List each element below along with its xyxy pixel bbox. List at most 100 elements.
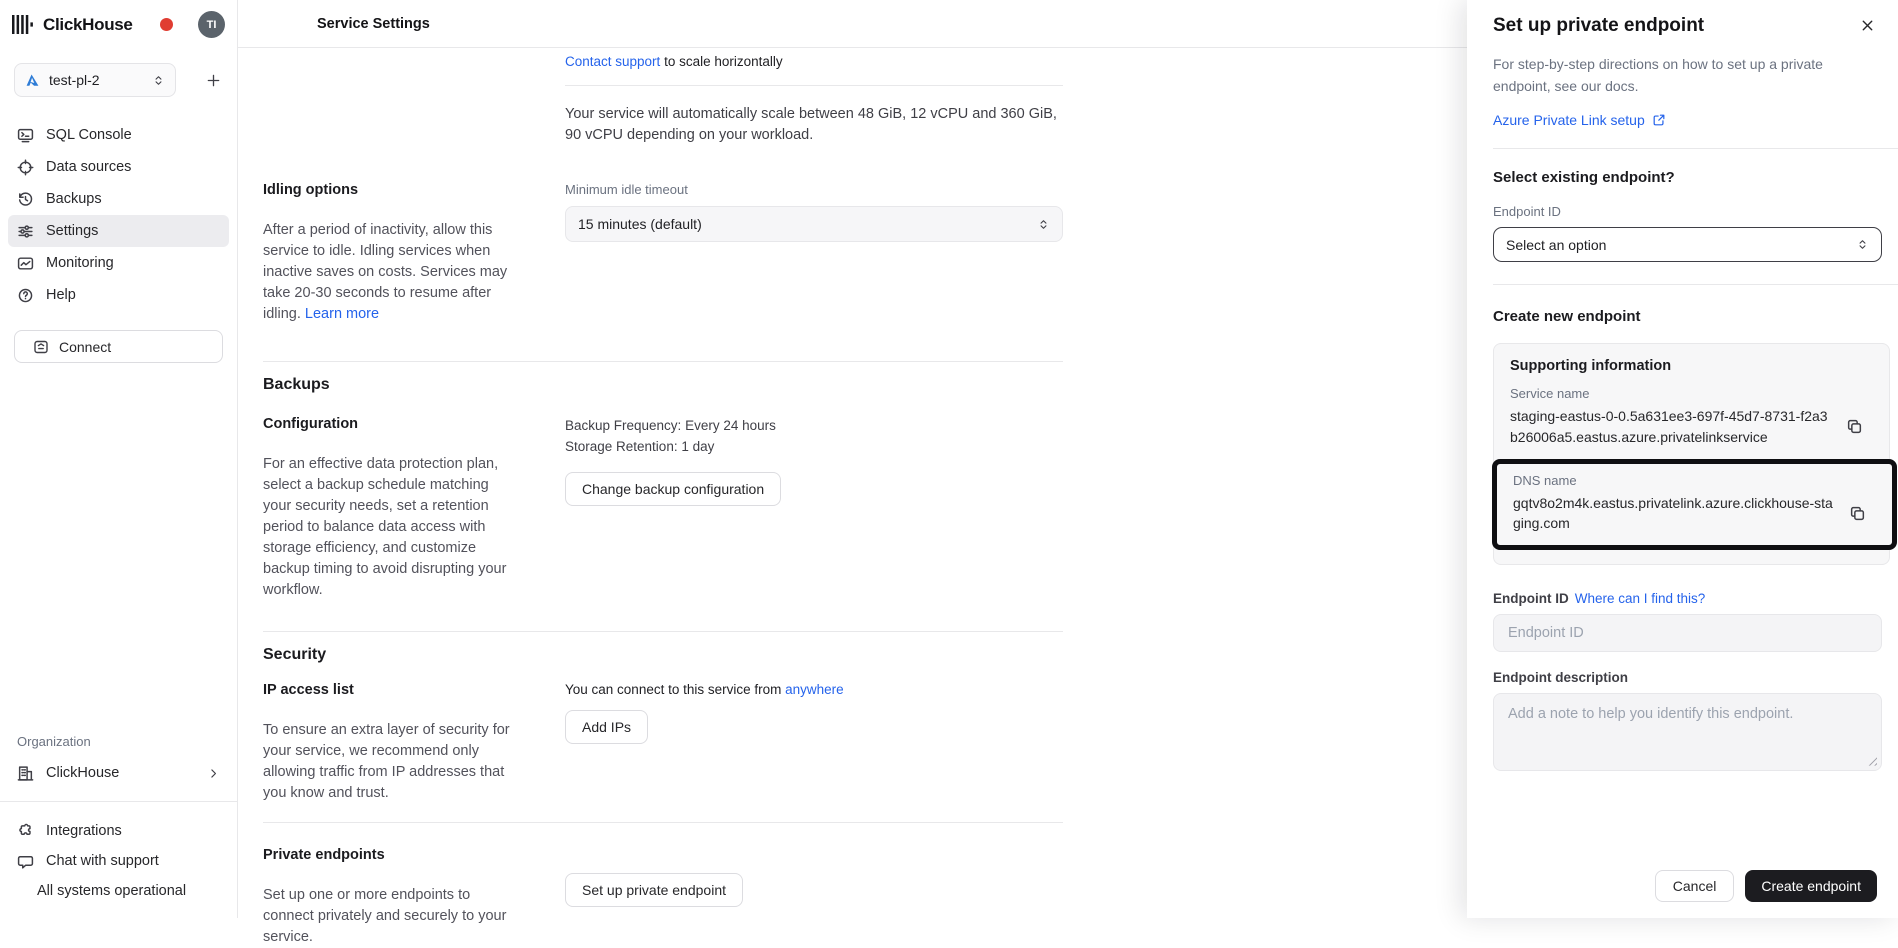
backups-description: For an effective data protection plan, s…: [263, 454, 513, 601]
sidebar-item-label: Backups: [46, 191, 102, 207]
organization-name: ClickHouse: [46, 765, 119, 781]
divider: [263, 631, 1063, 632]
endpoint-id-label: Endpoint ID: [1493, 204, 1882, 219]
terminal-icon: [17, 127, 34, 144]
copy-icon[interactable]: [1844, 416, 1865, 437]
where-find-link[interactable]: Where can I find this?: [1575, 591, 1706, 606]
brand-name: ClickHouse: [43, 15, 133, 35]
chevron-updown-icon: [152, 74, 165, 87]
connect-label: Connect: [59, 339, 111, 355]
azure-docs-link[interactable]: Azure Private Link setup: [1493, 112, 1666, 128]
auto-scale-text: Your service will automatically scale be…: [565, 104, 1063, 146]
service-name-label: Service name: [1510, 386, 1873, 401]
existing-endpoint-select[interactable]: Select an option: [1493, 227, 1882, 262]
panel-description: For step-by-step directions on how to se…: [1493, 54, 1833, 97]
panel-title: Set up private endpoint: [1493, 15, 1704, 37]
endpoint-description-label-row: Endpoint description: [1493, 670, 1882, 685]
help-icon: [17, 287, 34, 304]
sidebar-nav: SQL Console Data sources Backups Setting…: [8, 119, 229, 311]
backups-config-title: Configuration: [263, 416, 513, 432]
dns-name-label: DNS name: [1513, 473, 1878, 488]
copy-icon[interactable]: [1847, 503, 1868, 524]
sidebar-item-label: Help: [46, 287, 76, 303]
create-endpoint-button[interactable]: Create endpoint: [1745, 870, 1877, 902]
connect-button[interactable]: Connect: [14, 330, 223, 363]
dns-name-row: gqtv8o2m4k.eastus.privatelink.azure.clic…: [1513, 493, 1878, 534]
divider: [565, 85, 1063, 86]
organization-nav: ClickHouse: [8, 757, 229, 789]
contact-support-link[interactable]: Contact support: [565, 54, 660, 69]
idle-timeout-select[interactable]: 15 minutes (default): [565, 206, 1063, 242]
select-existing-title: Select existing endpoint?: [1493, 169, 1882, 186]
backup-frequency: Backup Frequency: Every 24 hours: [565, 416, 1063, 437]
connect-from-line: You can connect to this service from any…: [565, 682, 1063, 697]
chevron-updown-icon: [1856, 238, 1869, 251]
chat-bubble-icon: [17, 853, 34, 870]
change-backup-config-button[interactable]: Change backup configuration: [565, 472, 781, 506]
endpoint-description-wrap: [1493, 693, 1882, 774]
sidebar-item-settings[interactable]: Settings: [8, 215, 229, 247]
endpoint-id-field-label-row: Endpoint ID Where can I find this?: [1493, 591, 1882, 606]
sidebar-spacer: [0, 363, 237, 734]
sidebar-item-backups[interactable]: Backups: [8, 183, 229, 215]
private-endpoints-description: Set up one or more endpoints to connect …: [263, 885, 513, 948]
supporting-information-card: Supporting information Service name stag…: [1493, 343, 1890, 564]
sidebar-item-chat-support[interactable]: Chat with support: [8, 846, 229, 876]
divider: [1493, 148, 1898, 149]
learn-more-link[interactable]: Learn more: [305, 306, 379, 322]
divider: [1493, 284, 1898, 285]
brand-row: ClickHouse TI: [0, 0, 237, 38]
scaling-support-suffix: to scale horizontally: [660, 54, 782, 69]
chart-icon: [17, 255, 34, 272]
endpoint-id-input[interactable]: [1493, 614, 1882, 652]
sliders-icon: [17, 223, 34, 240]
anywhere-link[interactable]: anywhere: [785, 682, 844, 697]
sidebar-item-integrations[interactable]: Integrations: [8, 816, 229, 846]
backup-retention: Storage Retention: 1 day: [565, 437, 1063, 458]
sidebar-item-organization[interactable]: ClickHouse: [8, 757, 229, 789]
endpoint-description-label: Endpoint description: [1493, 670, 1628, 685]
sidebar-item-sql-console[interactable]: SQL Console: [8, 119, 229, 151]
puzzle-icon: [17, 823, 34, 840]
close-icon[interactable]: [1857, 15, 1878, 36]
data-node-icon: [17, 159, 34, 176]
service-name-value: staging-eastus-0-0.5a631ee3-697f-45d7-87…: [1510, 406, 1832, 447]
idling-title: Idling options: [263, 182, 513, 198]
sidebar-item-label: Integrations: [46, 823, 122, 839]
avatar[interactable]: TI: [198, 11, 225, 38]
external-link-icon: [1652, 113, 1666, 127]
service-name: test-pl-2: [49, 72, 100, 88]
setup-private-endpoint-button[interactable]: Set up private endpoint: [565, 873, 743, 907]
create-new-title: Create new endpoint: [1493, 308, 1882, 325]
ip-access-title: IP access list: [263, 682, 513, 698]
chevron-right-icon: [207, 767, 220, 780]
sidebar-footer-nav: Integrations Chat with support All syste…: [8, 816, 229, 906]
add-ips-button[interactable]: Add IPs: [565, 710, 648, 744]
sidebar: ClickHouse TI test-pl-2 SQL Console Data…: [0, 0, 238, 918]
sidebar-item-data-sources[interactable]: Data sources: [8, 151, 229, 183]
sidebar-item-monitoring[interactable]: Monitoring: [8, 247, 229, 279]
service-selector-row: test-pl-2: [14, 63, 225, 97]
sidebar-item-label: Settings: [46, 223, 98, 239]
recording-dot: [160, 18, 173, 31]
chevron-updown-icon: [1037, 218, 1050, 231]
sidebar-item-system-status[interactable]: All systems operational: [8, 876, 229, 906]
connect-icon: [33, 339, 49, 355]
idling-description: After a period of inactivity, allow this…: [263, 220, 513, 325]
page-title: Service Settings: [317, 16, 430, 32]
organization-label: Organization: [0, 734, 237, 749]
sidebar-item-help[interactable]: Help: [8, 279, 229, 311]
sidebar-item-label: All systems operational: [37, 883, 186, 899]
idle-timeout-label: Minimum idle timeout: [565, 182, 1063, 197]
supporting-info-title: Supporting information: [1510, 358, 1873, 374]
cancel-button[interactable]: Cancel: [1655, 870, 1735, 902]
divider: [263, 361, 1063, 362]
add-service-button[interactable]: [202, 69, 225, 92]
ip-access-description: To ensure an extra layer of security for…: [263, 720, 513, 804]
endpoint-description-textarea[interactable]: [1493, 693, 1882, 771]
divider: [263, 822, 1063, 823]
dns-name-highlight: DNS name gqtv8o2m4k.eastus.privatelink.a…: [1492, 459, 1897, 550]
dns-name-value: gqtv8o2m4k.eastus.privatelink.azure.clic…: [1513, 493, 1835, 534]
service-selector[interactable]: test-pl-2: [14, 63, 176, 97]
status-green-dot-icon: [17, 883, 25, 899]
